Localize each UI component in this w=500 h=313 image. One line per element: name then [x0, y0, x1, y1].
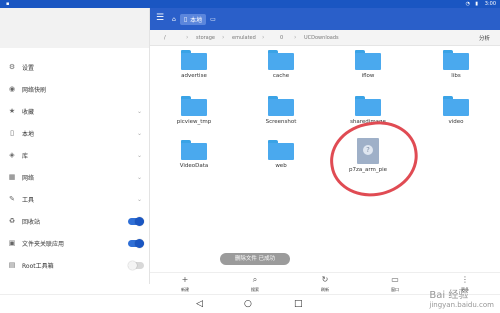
library-icon: ◈ — [9, 151, 15, 159]
recycle-icon: ♻ — [8, 217, 16, 225]
path-segment-0[interactable]: 0 — [280, 35, 283, 41]
path-separator-icon: › — [294, 34, 297, 41]
window-icon: ▭ — [391, 275, 399, 284]
watermark: Bai 经验 jingyan.baidu.com — [429, 290, 494, 309]
path-segment-ucdownloads[interactable]: UCDownloads — [304, 35, 339, 41]
file-grid: advertise cache iflow libs picview_tmp S… — [150, 46, 500, 272]
sidebar-item-recycle-bin[interactable]: ♻ 回收站 — [0, 210, 149, 232]
sidebar-item-library[interactable]: ◈ 库 ⌄ — [0, 144, 149, 166]
folder-icon — [268, 96, 294, 116]
folder-item[interactable]: iflow — [338, 50, 398, 79]
sidebar-header — [0, 8, 149, 48]
back-icon[interactable]: ◁ — [196, 299, 203, 309]
recycle-bin-toggle[interactable] — [128, 216, 144, 226]
sidebar-item-network[interactable]: ▦ 网络 ⌄ — [0, 166, 149, 188]
folder-item[interactable]: VideoData — [164, 140, 224, 169]
sidebar-item-folder-app-link[interactable]: ▣ 文件夹关联应用 — [0, 232, 149, 254]
annotation-circle — [325, 116, 423, 202]
sidebar-item-favorites[interactable]: ★ 收藏 ⌄ — [0, 100, 149, 122]
folder-item[interactable]: sharedimage — [338, 96, 398, 125]
folder-link-icon: ▣ — [8, 239, 16, 247]
folder-icon — [181, 50, 207, 70]
analyze-button[interactable]: 分析 — [479, 34, 490, 42]
path-segment-emulated[interactable]: emulated — [232, 35, 256, 41]
sidebar: ⚙ 设置 ◉ 网络快刷 ★ 收藏 ⌄ ▯ 本地 ⌄ ◈ 库 ⌄ ▦ 网络 ⌄ ✎… — [0, 8, 150, 284]
phone-icon: ▯ — [183, 15, 188, 23]
sidebar-item-network-shortcut[interactable]: ◉ 网络快刷 — [0, 78, 149, 100]
location-chip[interactable]: ▯ 本地 — [179, 13, 207, 25]
wifi-icon: ◔ — [465, 1, 470, 7]
network-icon: ▦ — [8, 173, 16, 181]
sidebar-item-root-toolbox[interactable]: ▤ Root工具箱 — [0, 254, 149, 276]
window-button[interactable]: ▭ 窗口 — [375, 275, 415, 293]
folder-icon — [268, 140, 294, 160]
chevron-down-icon: ⌄ — [136, 151, 142, 159]
signal-icon: ◉ — [8, 85, 16, 93]
folder-item[interactable]: picview_tmp — [164, 96, 224, 125]
folder-item[interactable]: cache — [251, 50, 311, 79]
wrench-icon: ✎ — [9, 195, 15, 203]
folder-item[interactable]: web — [251, 140, 311, 169]
chevron-down-icon: ⌄ — [136, 129, 142, 137]
sidebar-item-tools[interactable]: ✎ 工具 ⌄ — [0, 188, 149, 210]
more-icon: ⋮ — [461, 275, 469, 284]
breadcrumb: ⌂ ▯ 本地 ▭ — [172, 13, 216, 25]
toggle-knob — [135, 216, 144, 226]
window-icon[interactable]: ▭ — [210, 16, 216, 23]
toggle-knob — [135, 238, 144, 248]
phone-icon: ▯ — [10, 129, 14, 137]
path-separator-icon: › — [222, 34, 225, 41]
folder-icon — [181, 140, 207, 160]
search-icon: ⌕ — [252, 275, 258, 284]
home-icon[interactable]: ⌂ — [172, 16, 176, 23]
notification-icon: ▪ — [6, 1, 10, 7]
battery-icon: ▮ — [475, 1, 478, 7]
chevron-down-icon: ⌄ — [136, 107, 142, 115]
star-icon: ★ — [8, 107, 16, 115]
status-bar: ▪ ◔ ▮ 3:00 — [0, 0, 500, 8]
folder-item[interactable]: Screenshot — [251, 96, 311, 125]
folder-icon — [181, 96, 207, 116]
path-segment-root[interactable]: / — [164, 35, 166, 41]
chevron-down-icon: ⌄ — [136, 173, 142, 181]
toggle-knob — [128, 260, 137, 270]
folder-app-link-toggle[interactable] — [128, 238, 144, 248]
plus-icon: + — [181, 275, 189, 284]
search-button[interactable]: ⌕ 搜索 — [235, 275, 275, 293]
refresh-button[interactable]: ↻ 刷新 — [305, 275, 345, 293]
path-segment-storage[interactable]: storage — [196, 35, 215, 41]
folder-item[interactable]: video — [426, 96, 486, 125]
path-separator-icon: › — [262, 34, 265, 41]
path-separator-icon: › — [186, 34, 189, 41]
folder-icon — [268, 50, 294, 70]
home-circle-icon[interactable]: ○ — [244, 299, 252, 309]
sidebar-item-local[interactable]: ▯ 本地 ⌄ — [0, 122, 149, 144]
gear-icon: ⚙ — [8, 63, 16, 71]
folder-icon — [355, 96, 381, 116]
toolbox-icon: ▤ — [8, 261, 16, 269]
folder-icon — [355, 50, 381, 70]
toast-message: 删除文件 已成功 — [220, 253, 290, 265]
status-time: 3:00 — [484, 1, 496, 7]
path-bar: / › storage › emulated › 0 › UCDownloads… — [150, 30, 500, 46]
folder-icon — [443, 50, 469, 70]
system-nav-bar: ◁ ○ □ — [0, 294, 500, 313]
root-toolbox-toggle[interactable] — [128, 260, 144, 270]
chevron-down-icon: ⌄ — [136, 195, 142, 203]
recents-icon[interactable]: □ — [294, 299, 303, 309]
app-bar: ☰ ⌂ ▯ 本地 ▭ — [150, 8, 500, 30]
folder-icon — [443, 96, 469, 116]
sidebar-item-settings[interactable]: ⚙ 设置 — [0, 56, 149, 78]
new-button[interactable]: + 新建 — [165, 275, 205, 293]
folder-item[interactable]: libs — [426, 50, 486, 79]
refresh-icon: ↻ — [321, 275, 329, 284]
menu-icon[interactable]: ☰ — [156, 14, 164, 23]
folder-item[interactable]: advertise — [164, 50, 224, 79]
